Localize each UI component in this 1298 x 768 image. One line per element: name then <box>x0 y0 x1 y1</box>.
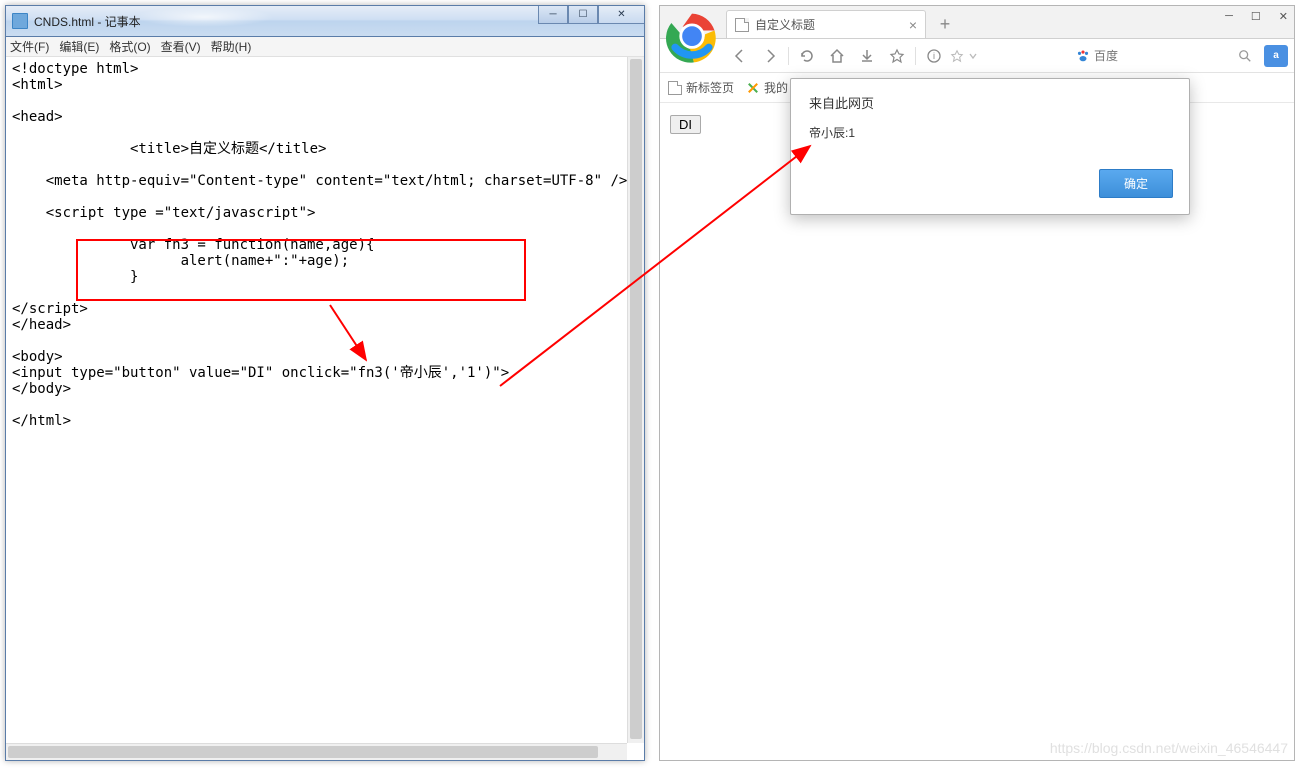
browser-tabbar: 自定义标题 × + ─ ☐ ✕ <box>660 6 1294 39</box>
chevron-down-icon[interactable] <box>968 51 978 61</box>
window-controls: ─ ☐ ✕ <box>538 6 644 26</box>
notepad-window: CNDS.html - 记事本 ─ ☐ ✕ 文件(F) 编辑(E) 格式(O) … <box>5 5 645 761</box>
home-button[interactable] <box>823 42 851 70</box>
scrollbar-horizontal[interactable] <box>6 743 627 760</box>
alert-ok-button[interactable]: 确定 <box>1099 169 1173 198</box>
scrollbar-vertical[interactable] <box>627 57 644 743</box>
maximize-button[interactable]: ☐ <box>568 6 598 24</box>
download-button[interactable] <box>853 42 881 70</box>
browser-tab[interactable]: 自定义标题 × <box>726 10 926 38</box>
browser-toolbar: i a <box>660 39 1294 73</box>
info-button[interactable]: i <box>920 42 948 70</box>
menu-file[interactable]: 文件(F) <box>10 38 49 55</box>
browser-logo-icon <box>662 8 722 68</box>
menu-view[interactable]: 查看(V) <box>161 38 201 55</box>
address-bar-area[interactable] <box>950 49 978 63</box>
browser-minimize-button[interactable]: ─ <box>1225 10 1233 23</box>
alert-header: 来自此网页 <box>791 79 1189 118</box>
browser-close-button[interactable]: ✕ <box>1279 10 1288 23</box>
x-color-icon <box>746 81 760 95</box>
new-tab-button[interactable]: + <box>934 13 956 35</box>
tab-title: 自定义标题 <box>755 16 815 33</box>
notepad-content[interactable]: <!doctype html> <html> <head> <title>自定义… <box>6 57 644 757</box>
watermark: https://blog.csdn.net/weixin_46546447 <box>1050 740 1288 756</box>
menu-edit[interactable]: 编辑(E) <box>59 38 99 55</box>
browser-window: 自定义标题 × + ─ ☐ ✕ i a 新标 <box>659 5 1295 761</box>
file-icon <box>668 81 682 95</box>
menu-help[interactable]: 帮助(H) <box>211 38 252 55</box>
forward-button[interactable] <box>756 42 784 70</box>
tab-close-icon[interactable]: × <box>909 17 917 33</box>
bookmark-newtab[interactable]: 新标签页 <box>668 79 734 96</box>
back-button[interactable] <box>726 42 754 70</box>
notepad-title: CNDS.html - 记事本 <box>34 13 141 30</box>
search-box: a <box>1076 45 1294 67</box>
close-button[interactable]: ✕ <box>598 6 644 24</box>
notepad-app-icon <box>12 13 28 29</box>
baidu-paw-icon <box>1076 49 1090 63</box>
alert-dialog: 来自此网页 帝小辰:1 确定 <box>790 78 1190 215</box>
browser-maximize-button[interactable]: ☐ <box>1251 10 1261 23</box>
minimize-button[interactable]: ─ <box>538 6 568 24</box>
alert-message: 帝小辰:1 <box>791 118 1189 159</box>
favorite-button[interactable] <box>883 42 911 70</box>
bookmark-mine[interactable]: 我的 <box>746 79 788 96</box>
search-input[interactable] <box>1094 49 1234 63</box>
translate-button[interactable]: a <box>1264 45 1288 67</box>
svg-text:i: i <box>933 51 935 61</box>
notepad-titlebar[interactable]: CNDS.html - 记事本 ─ ☐ ✕ <box>6 6 644 37</box>
browser-window-controls: ─ ☐ ✕ <box>1225 10 1288 23</box>
di-button[interactable] <box>670 115 701 134</box>
menu-format[interactable]: 格式(O) <box>109 38 150 55</box>
reload-button[interactable] <box>793 42 821 70</box>
file-icon <box>735 18 749 32</box>
notepad-menubar: 文件(F) 编辑(E) 格式(O) 查看(V) 帮助(H) <box>6 37 644 57</box>
search-icon[interactable] <box>1238 49 1252 63</box>
star-outline-icon[interactable] <box>950 49 964 63</box>
